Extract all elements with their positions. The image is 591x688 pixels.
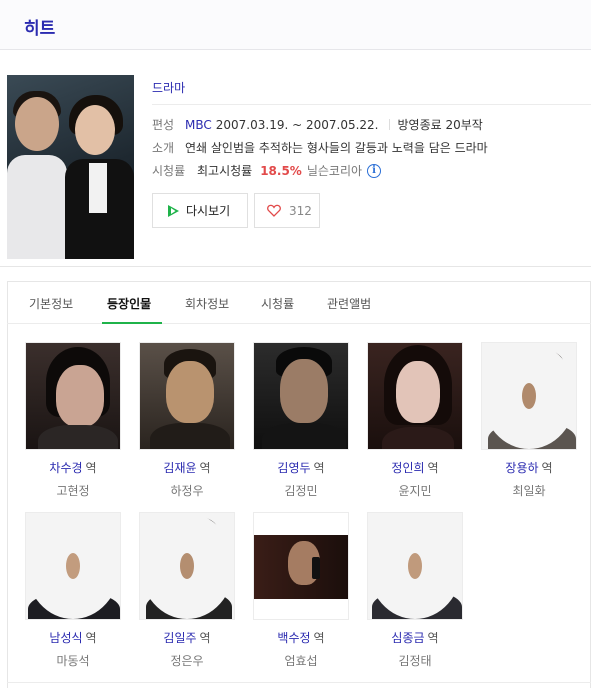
cast-card[interactable]: 남성식 역 마동석	[25, 512, 121, 669]
poster-face-left	[15, 97, 59, 151]
rating-prefix: 최고시청률	[197, 164, 253, 178]
actor-name[interactable]: 고현정	[25, 482, 121, 499]
role-name[interactable]: 남성식	[49, 631, 82, 645]
actor-name[interactable]: 김정태	[367, 652, 463, 669]
cast-card[interactable]: 차수경 역 고현정	[25, 342, 121, 499]
heart-icon	[267, 204, 281, 217]
role-suffix: 역	[199, 631, 211, 645]
tab-basic-info[interactable]: 기본정보	[29, 295, 73, 312]
like-button[interactable]: 312	[254, 193, 320, 228]
rating-value: 18.5%	[260, 163, 302, 178]
cast-card[interactable]: 김영두 역 김정민	[253, 342, 349, 499]
cast-photo[interactable]	[25, 342, 121, 450]
replay-button[interactable]: 다시보기	[152, 193, 248, 228]
role-suffix: 역	[85, 631, 97, 645]
channel-link[interactable]: MBC	[185, 118, 212, 132]
broadcast-label: 편성	[152, 118, 175, 132]
rating-source: 닐슨코리아	[306, 164, 363, 178]
genre-link[interactable]: 드라마	[152, 79, 185, 96]
broadcast-period: 2007.03.19. ~ 2007.05.22.	[215, 117, 379, 132]
active-tab-indicator	[102, 322, 162, 324]
role-suffix: 역	[85, 461, 97, 475]
cast-photo[interactable]	[25, 512, 121, 620]
poster-collar	[89, 163, 107, 213]
play-icon	[168, 204, 179, 217]
cast-card[interactable]: 정인희 역 윤지민	[367, 342, 463, 499]
poster-face-right	[75, 105, 115, 155]
tab-bar: 기본정보 등장인물 회차정보 시청률 관련앨범	[7, 281, 591, 324]
photo-vignette	[368, 513, 462, 619]
cast-photo[interactable]	[253, 342, 349, 450]
role-suffix: 역	[313, 461, 325, 475]
poster-figure-left	[7, 155, 67, 259]
photo-vignette	[26, 513, 120, 619]
cast-photo[interactable]	[367, 342, 463, 450]
title-bar: 히트	[0, 0, 591, 50]
actor-name[interactable]: 최일화	[481, 482, 577, 499]
photo-vignette	[482, 343, 576, 449]
role-name[interactable]: 장용하	[505, 461, 538, 475]
divider	[388, 119, 390, 130]
cast-photo[interactable]	[481, 342, 577, 450]
divider	[152, 104, 591, 105]
page-title[interactable]: 히트	[24, 14, 55, 39]
like-count: 312	[289, 203, 312, 218]
role-suffix: 역	[313, 631, 325, 645]
actor-name[interactable]: 하정우	[139, 482, 235, 499]
cast-photo[interactable]	[139, 342, 235, 450]
cast-card[interactable]: 심종금 역 김정태	[367, 512, 463, 669]
rating-row: 시청률 최고시청률 18.5% 닐슨코리아 i	[152, 162, 382, 179]
tab-cast[interactable]: 등장인물	[107, 295, 151, 312]
actor-name[interactable]: 엄효섭	[253, 652, 349, 669]
cast-photo[interactable]	[367, 512, 463, 620]
cast-card[interactable]: 백수정 역 엄효섭	[253, 512, 349, 669]
broadcast-status: 방영종료 20부작	[397, 118, 483, 132]
role-suffix: 역	[427, 631, 439, 645]
actor-name[interactable]: 윤지민	[367, 482, 463, 499]
cast-photo[interactable]	[253, 512, 349, 620]
role-suffix: 역	[541, 461, 553, 475]
cast-card[interactable]: 김일주 역 정은우	[139, 512, 235, 669]
role-name[interactable]: 심종금	[391, 631, 424, 645]
role-name[interactable]: 김일주	[163, 631, 196, 645]
actor-name[interactable]: 마동석	[25, 652, 121, 669]
role-name[interactable]: 김재윤	[163, 461, 196, 475]
intro-row: 소개 연쇄 살인범을 추적하는 형사들의 갈등과 노력을 담은 드라마	[152, 139, 488, 156]
role-name[interactable]: 정인희	[391, 461, 424, 475]
role-suffix: 역	[199, 461, 211, 475]
intro-label: 소개	[152, 141, 175, 155]
replay-label: 다시보기	[186, 204, 231, 218]
cast-photo[interactable]	[139, 512, 235, 620]
role-name[interactable]: 김영두	[277, 461, 310, 475]
role-name[interactable]: 차수경	[49, 461, 82, 475]
intro-text: 연쇄 살인범을 추적하는 형사들의 갈등과 노력을 담은 드라마	[185, 141, 488, 155]
role-suffix: 역	[427, 461, 439, 475]
cast-card[interactable]: 김재윤 역 하정우	[139, 342, 235, 499]
drama-poster[interactable]	[7, 75, 134, 259]
actor-name[interactable]: 김정민	[253, 482, 349, 499]
role-name[interactable]: 백수정	[277, 631, 310, 645]
divider	[7, 682, 591, 683]
rating-label: 시청률	[152, 164, 186, 178]
divider	[0, 266, 591, 267]
cast-card[interactable]: 장용하 역 최일화	[481, 342, 577, 499]
tab-ratings[interactable]: 시청률	[261, 295, 294, 312]
broadcast-row: 편성 MBC 2007.03.19. ~ 2007.05.22. 방영종료 20…	[152, 116, 483, 133]
info-icon[interactable]: i	[367, 163, 382, 178]
actor-name[interactable]: 정은우	[139, 652, 235, 669]
photo-vignette	[140, 513, 234, 619]
tab-albums[interactable]: 관련앨범	[327, 295, 371, 312]
tab-episodes[interactable]: 회차정보	[185, 295, 229, 312]
